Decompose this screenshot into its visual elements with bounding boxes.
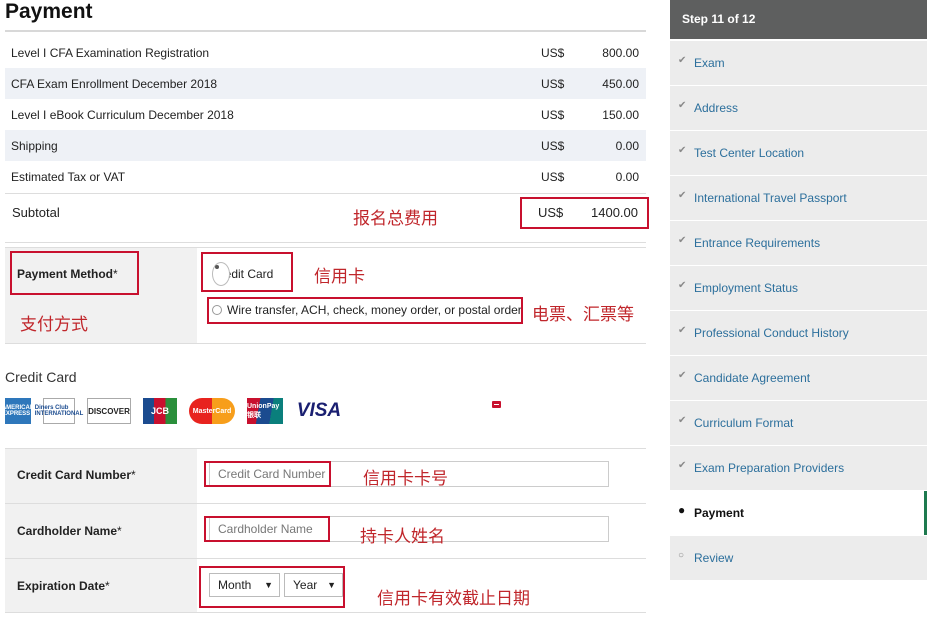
line-item-label: CFA Exam Enrollment December 2018: [11, 77, 218, 91]
line-item-label: Level I eBook Curriculum December 2018: [11, 108, 234, 122]
line-item: Estimated Tax or VAT US$ 0.00: [5, 161, 646, 192]
line-item-amount: 800.00: [602, 46, 639, 60]
card-number-highlight-box: [204, 461, 331, 487]
line-item-amount: 0.00: [615, 170, 639, 184]
sidebar-item-label: Address: [694, 101, 739, 115]
sidebar-item-label: Test Center Location: [694, 146, 805, 160]
sidebar-item-test-center[interactable]: ✔ Test Center Location: [670, 131, 927, 175]
payment-form: Payment Level I CFA Examination Registra…: [0, 0, 650, 618]
checkmark-icon: ✔: [678, 370, 687, 381]
annotation-total-fee: 报名总费用: [353, 209, 438, 228]
sidebar-item-agreement[interactable]: ✔ Candidate Agreement: [670, 356, 927, 400]
sidebar-item-label: Payment: [694, 506, 745, 520]
sidebar-item-employment[interactable]: ✔ Employment Status: [670, 266, 927, 310]
cardholder-label-text: Cardholder Name: [17, 524, 118, 538]
payment-method-highlight-box: [10, 251, 139, 295]
diners-club-logo-icon: Diners Club INTERNATIONAL: [35, 398, 83, 424]
line-item: Level I eBook Curriculum December 2018 U…: [5, 99, 646, 130]
jcb-logo-icon: JCB: [143, 398, 177, 424]
annotation-wire: 电票、汇票等: [532, 305, 634, 324]
line-item-amount: 150.00: [602, 108, 639, 122]
card-logos: AMERICAN EXPRESS Diners Club INTERNATION…: [2, 398, 355, 424]
sidebar-item-curriculum[interactable]: ✔ Curriculum Format: [670, 401, 927, 445]
sidebar-item-passport[interactable]: ✔ International Travel Passport: [670, 176, 927, 220]
line-item-currency: US$: [541, 108, 565, 122]
amex-logo-icon: AMERICAN EXPRESS: [2, 398, 34, 424]
title-divider: [5, 30, 646, 32]
line-item-currency: US$: [541, 170, 565, 184]
line-item-currency: US$: [541, 139, 565, 153]
subtotal-highlight-box: [520, 197, 649, 229]
sidebar-item-label: Review: [694, 551, 734, 565]
sidebar-item-label: Professional Conduct History: [694, 326, 849, 340]
current-dot-icon: ●: [678, 503, 686, 517]
annotation-card-number: 信用卡卡号: [363, 469, 448, 488]
mastercard-logo-icon: MasterCard: [189, 398, 235, 424]
line-item: CFA Exam Enrollment December 2018 US$ 45…: [5, 68, 646, 99]
required-mark: *: [117, 524, 122, 538]
annotation-credit-card: 信用卡: [314, 267, 365, 286]
expiry-highlight-box: [199, 566, 345, 608]
sidebar-item-label: International Travel Passport: [694, 191, 847, 205]
checkmark-icon: ✔: [678, 100, 687, 111]
cardholder-highlight-box: [204, 516, 330, 542]
line-item-amount: 450.00: [602, 77, 639, 91]
line-item-amount: 0.00: [615, 139, 639, 153]
line-item: Level I CFA Examination Registration US$…: [5, 37, 646, 68]
required-mark: *: [105, 579, 110, 593]
credit-card-heading: Credit Card: [5, 369, 77, 385]
annotation-expiry: 信用卡有效截止日期: [377, 589, 530, 608]
expiry-label-text: Expiration Date: [17, 579, 106, 593]
sidebar-item-payment[interactable]: ● Payment: [670, 491, 927, 535]
annotation-payment-method: 支付方式: [20, 315, 88, 334]
divider: [5, 343, 646, 344]
pending-circle-icon: ○: [678, 550, 685, 561]
sidebar-item-label: Entrance Requirements: [694, 236, 821, 250]
checkmark-icon: ✔: [678, 325, 687, 336]
annotation-holder-name: 持卡人姓名: [360, 527, 445, 546]
required-mark: *: [131, 468, 136, 482]
expiry-label: Expiration Date*: [17, 579, 110, 593]
wire-option-highlight-box: [207, 297, 523, 324]
line-item-label: Shipping: [11, 139, 58, 153]
step-indicator: Step 11 of 12: [670, 0, 927, 39]
line-item-currency: US$: [541, 77, 565, 91]
collapse-icon[interactable]: [492, 401, 501, 408]
checkmark-icon: ✔: [678, 145, 687, 156]
subtotal-label: Subtotal: [12, 205, 60, 220]
line-item-label: Estimated Tax or VAT: [11, 170, 126, 184]
sidebar-item-label: Employment Status: [694, 281, 799, 295]
card-number-label-text: Credit Card Number: [17, 468, 132, 482]
discover-logo-icon: DISCOVER: [87, 398, 131, 424]
step-sidebar: Step 11 of 12 ✔ Exam ✔ Address ✔ Test Ce…: [670, 0, 927, 618]
credit-card-option-highlight-box: [201, 252, 293, 292]
checkmark-icon: ✔: [678, 280, 687, 291]
sidebar-item-label: Exam: [694, 56, 725, 70]
line-item: Shipping US$ 0.00: [5, 130, 646, 161]
line-item-currency: US$: [541, 46, 565, 60]
sidebar-item-entrance[interactable]: ✔ Entrance Requirements: [670, 221, 927, 265]
line-item-label: Level I CFA Examination Registration: [11, 46, 210, 60]
unionpay-logo-icon: UnionPay 银联: [247, 398, 283, 424]
checkmark-icon: ✔: [678, 190, 687, 201]
sidebar-item-label: Candidate Agreement: [694, 371, 811, 385]
sidebar-item-address[interactable]: ✔ Address: [670, 86, 927, 130]
page-title: Payment: [5, 0, 93, 23]
sidebar-item-prep-providers[interactable]: ✔ Exam Preparation Providers: [670, 446, 927, 490]
checkmark-icon: ✔: [678, 235, 687, 246]
cardholder-label: Cardholder Name*: [17, 524, 122, 538]
sidebar-item-review[interactable]: ○ Review: [670, 536, 927, 580]
visa-logo-icon: VISA: [296, 400, 342, 421]
checkmark-icon: ✔: [678, 460, 687, 471]
sidebar-item-label: Exam Preparation Providers: [694, 461, 845, 475]
sidebar-item-label: Curriculum Format: [694, 416, 794, 430]
sidebar-item-exam[interactable]: ✔ Exam: [670, 41, 927, 85]
card-number-label: Credit Card Number*: [17, 468, 136, 482]
checkmark-icon: ✔: [678, 55, 687, 66]
checkmark-icon: ✔: [678, 415, 687, 426]
sidebar-item-conduct[interactable]: ✔ Professional Conduct History: [670, 311, 927, 355]
